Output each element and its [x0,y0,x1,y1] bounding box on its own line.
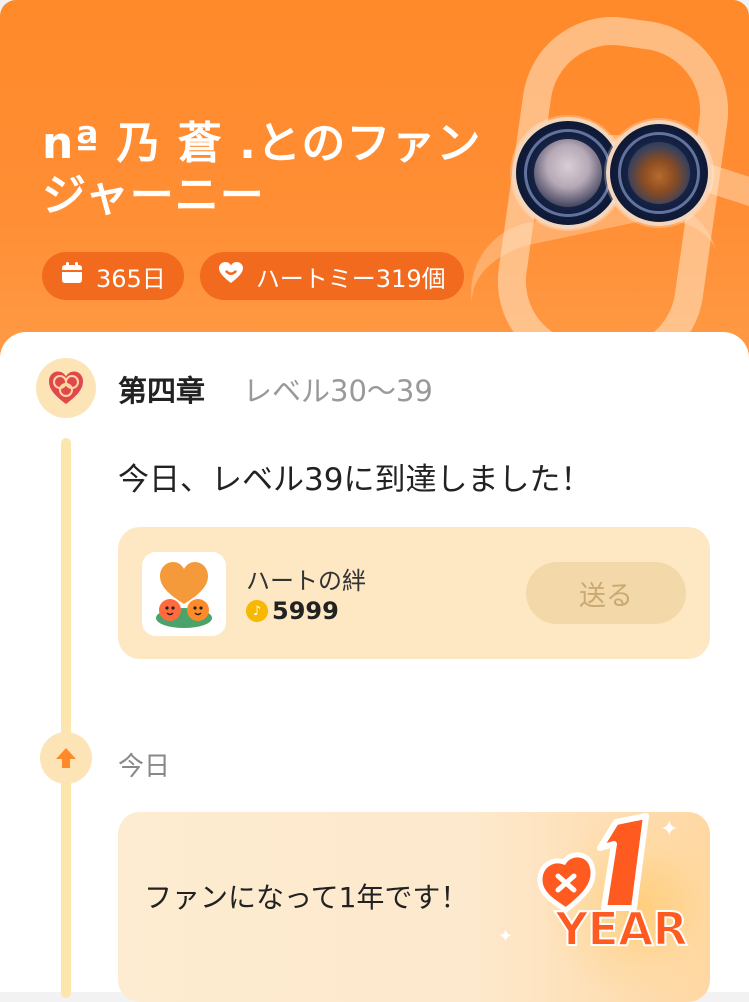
chapter-badge-icon [36,358,96,418]
level-message: 今日、レベル39に到達しました！ [118,462,592,498]
coin-icon: ♪ [246,600,268,622]
gift-image [142,552,226,636]
chapter-title: 第四章 [118,374,206,408]
fan-avatar[interactable] [606,120,712,226]
year-label: YEAR [554,901,689,957]
gift-price: ♪ 5999 [246,597,339,625]
arrow-up-icon [40,732,92,784]
gift-card: ハートの絆 ♪ 5999 送る [118,527,710,659]
gift-name: ハートの絆 [246,567,366,595]
event-date: 今日 [118,752,171,782]
timeline-line [61,438,71,998]
heartme-count: ハートミー319個 [255,264,446,293]
stats-chips: 365日 ハートミー319個 [42,252,464,300]
anniversary-message: ファンになって1年です！ [144,881,469,914]
heart-smile-icon [218,261,244,291]
page-title: nª 乃 蒼 .とのファンジャーニー [42,118,482,221]
chapter-level-range: レベル30〜39 [243,374,433,408]
heartme-chip: ハートミー319個 [199,252,464,300]
calendar-icon [60,261,84,291]
anniversary-card: ファンになって1年です！ ✦ YEAR ✦ [118,812,710,1002]
days-chip: 365日 [42,252,184,300]
gift-price-value: 5999 [272,597,339,625]
svg-text:✦: ✦ [660,817,678,842]
days-count: 365日 [96,264,166,293]
sparkle-icon: ✦ [498,926,514,947]
send-gift-button[interactable]: 送る [526,562,686,624]
